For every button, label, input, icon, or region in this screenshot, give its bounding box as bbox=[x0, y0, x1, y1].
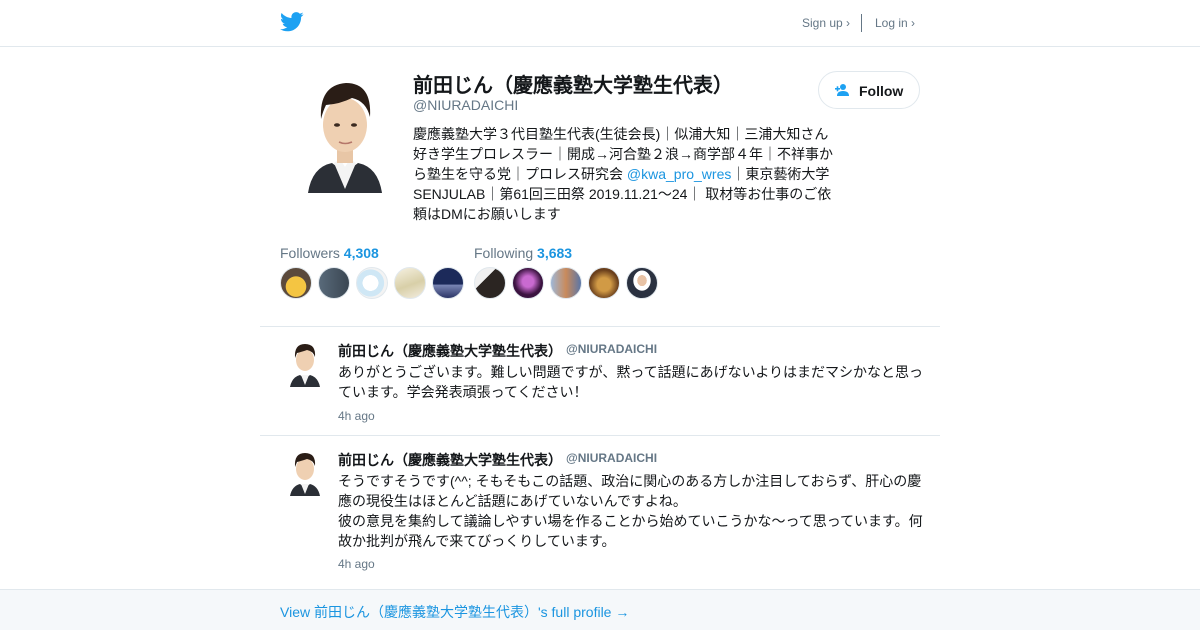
following-stat[interactable]: Following 3,683 bbox=[474, 245, 572, 261]
following-count: 3,683 bbox=[537, 245, 573, 261]
twitter-bird-icon[interactable] bbox=[280, 11, 304, 33]
follower-avatar[interactable] bbox=[280, 267, 312, 299]
follow-button-label: Follow bbox=[859, 83, 904, 99]
profile-name: 前田じん（慶應義塾大学塾生代表） bbox=[413, 75, 733, 97]
tweet-author-avatar[interactable] bbox=[288, 448, 322, 496]
following-avatar[interactable] bbox=[512, 267, 544, 299]
followers-count: 4,308 bbox=[343, 245, 379, 261]
tweet-item[interactable]: 前田じん（慶應義塾大学塾生代表） @NIURADAICHI そうですそうです(^… bbox=[260, 435, 940, 590]
header-divider bbox=[861, 14, 862, 32]
following-label: Following bbox=[474, 245, 534, 261]
follow-button[interactable]: Follow bbox=[818, 71, 920, 109]
tweet-item[interactable]: 前田じん（慶應義塾大学塾生代表） @NIURADAICHI ありがとうございます… bbox=[260, 326, 940, 435]
following-avatar[interactable] bbox=[550, 267, 582, 299]
tweet-author-handle[interactable]: @NIURADAICHI bbox=[566, 451, 657, 465]
tweet-list: 前田じん（慶應義塾大学塾生代表） @NIURADAICHI ありがとうございます… bbox=[260, 326, 940, 590]
following-avatar[interactable] bbox=[626, 267, 658, 299]
tweet-author-name[interactable]: 前田じん（慶應義塾大学塾生代表） bbox=[338, 341, 562, 361]
follower-avatar[interactable] bbox=[394, 267, 426, 299]
follower-avatar[interactable] bbox=[356, 267, 388, 299]
tweet-author-handle[interactable]: @NIURADAICHI bbox=[566, 342, 657, 356]
login-link[interactable]: Log in › bbox=[875, 16, 915, 30]
profile-handle[interactable]: @NIURADAICHI bbox=[413, 97, 518, 113]
follower-avatar[interactable] bbox=[318, 267, 350, 299]
bio-mention-link[interactable]: @kwa_pro_wres bbox=[627, 166, 731, 182]
follower-avatar[interactable] bbox=[432, 267, 464, 299]
signup-link[interactable]: Sign up › bbox=[802, 16, 850, 30]
tweet-text: そうですそうです(^^; そもそもこの話題、政治に関心のある方しか注目しておらず… bbox=[338, 473, 923, 549]
tweet-author-name[interactable]: 前田じん（慶應義塾大学塾生代表） bbox=[338, 450, 562, 470]
followers-label: Followers bbox=[280, 245, 340, 261]
profile-bio: 慶應義塾大学３代目塾生代表(生徒会長)｜似浦大知｜三浦大知さん好き学生プロレスラ… bbox=[413, 124, 837, 224]
tweet-timestamp[interactable]: 4h ago bbox=[338, 557, 375, 571]
profile-card: 前田じん（慶應義塾大学塾生代表） @NIURADAICHI 慶應義塾大学３代目塾… bbox=[280, 47, 920, 307]
tweet-text: ありがとうございます。難しい問題ですが、黙って話題にあげないよりはまだマシかなと… bbox=[338, 364, 924, 400]
following-avatar[interactable] bbox=[474, 267, 506, 299]
add-user-icon bbox=[835, 84, 849, 96]
tweet-author-avatar[interactable] bbox=[288, 339, 322, 387]
tweet-timestamp[interactable]: 4h ago bbox=[338, 409, 375, 423]
footer-bar: View 前田じん（慶應義塾大学塾生代表）'s full profile → bbox=[0, 589, 1200, 630]
following-avatar[interactable] bbox=[588, 267, 620, 299]
full-profile-link[interactable]: View 前田じん（慶應義塾大学塾生代表）'s full profile → bbox=[280, 602, 629, 622]
followers-stat[interactable]: Followers 4,308 bbox=[280, 245, 379, 261]
profile-avatar[interactable] bbox=[304, 71, 386, 193]
top-bar: Sign up › Log in › bbox=[0, 0, 1200, 47]
